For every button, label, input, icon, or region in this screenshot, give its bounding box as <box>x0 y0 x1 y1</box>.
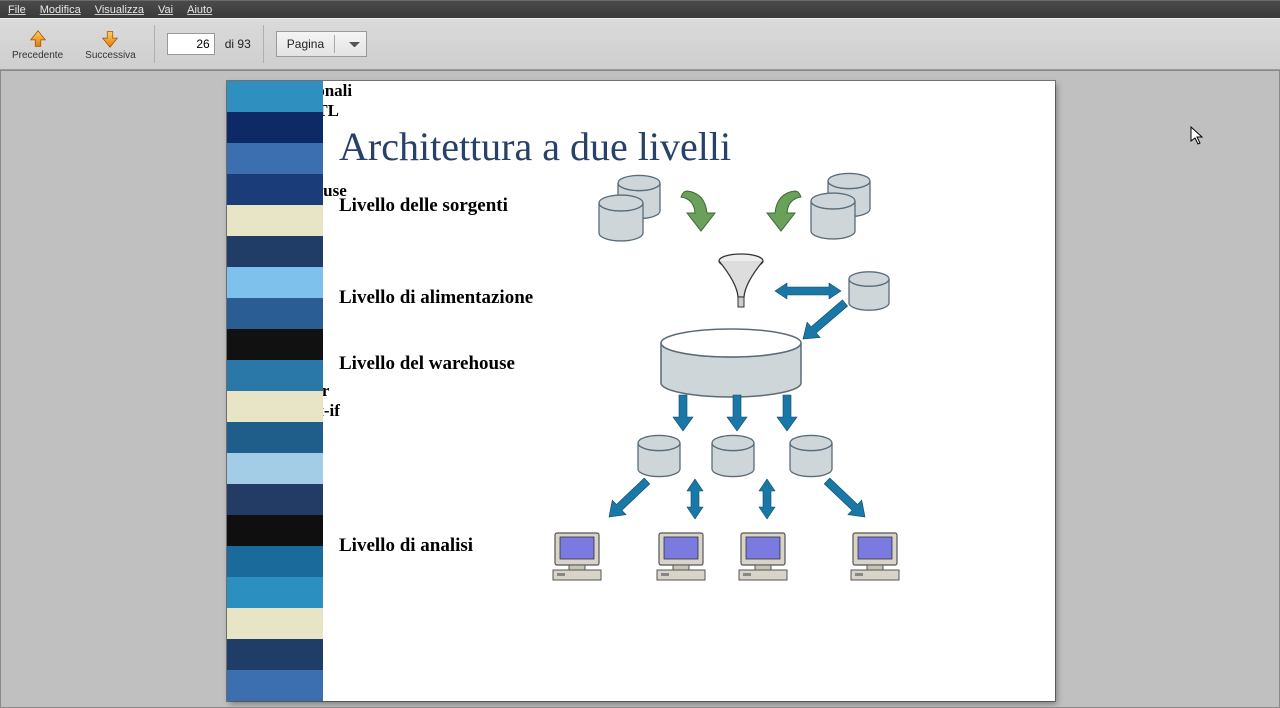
menu-go[interactable]: Vai <box>158 4 173 16</box>
page-input[interactable] <box>167 33 215 55</box>
menu-view[interactable]: Visualizza <box>95 4 144 16</box>
prev-button[interactable]: Precedente <box>6 26 69 63</box>
chevron-down-icon <box>349 42 360 47</box>
toolbar: Precedente Successiva di 93 Pagina <box>0 18 1280 70</box>
prev-label: Precedente <box>12 50 63 61</box>
decorative-stripe <box>227 81 323 701</box>
label-warehouse: Livello del warehouse <box>339 353 515 375</box>
fit-label: Pagina <box>287 37 324 51</box>
label-sorgenti: Livello delle sorgenti <box>339 195 508 217</box>
label-analisi: Livello di analisi <box>339 535 473 557</box>
label-dati-operazionali: Dati operazionali <box>227 81 1055 101</box>
viewport[interactable]: Architettura a due livelli Livello delle… <box>0 70 1280 708</box>
menu-file[interactable]: File <box>8 4 26 16</box>
mouse-cursor-icon <box>1190 126 1206 146</box>
next-label: Successiva <box>85 50 136 61</box>
menu-help[interactable]: Aiuto <box>187 4 212 16</box>
slide-title: Architettura a due livelli <box>339 123 731 170</box>
menu-edit[interactable]: Modifica <box>40 4 81 16</box>
arrow-down-icon <box>99 28 121 50</box>
slide-page: Architettura a due livelli Livello delle… <box>227 81 1055 701</box>
label-whatif: Strumenti per l'analisi what-if <box>227 381 1055 421</box>
label-report: Strumenti di reportistica <box>227 221 1055 281</box>
separator <box>263 25 264 63</box>
label-alimentazione: Livello di alimentazione <box>339 287 533 309</box>
separator <box>154 25 155 63</box>
menubar: File Modifica Visualizza Vai Aiuto <box>0 0 1280 18</box>
fit-dropdown[interactable]: Pagina <box>276 31 367 57</box>
arrow-up-icon <box>27 28 49 50</box>
next-button[interactable]: Successiva <box>79 26 142 63</box>
label-strumenti-etl: Strumenti ETL <box>227 101 1055 121</box>
page-total: di 93 <box>225 37 251 51</box>
